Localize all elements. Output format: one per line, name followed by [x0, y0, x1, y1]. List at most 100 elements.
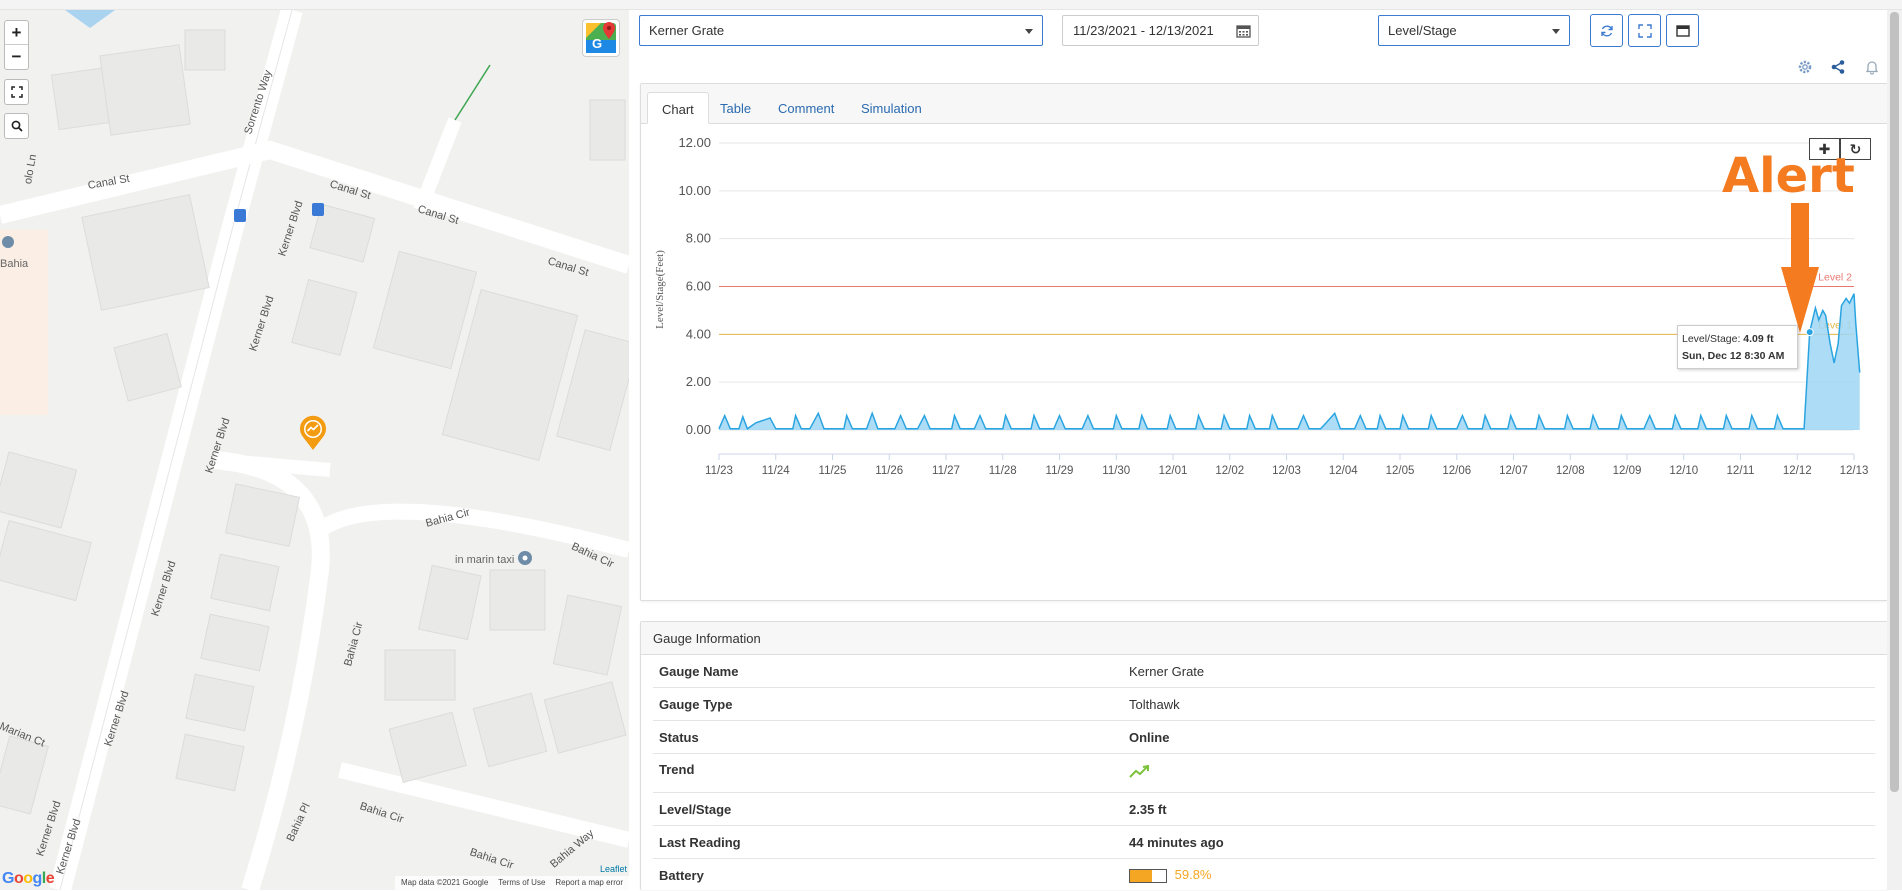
- zoom-out-button[interactable]: −: [5, 45, 28, 69]
- window-icon: [1675, 24, 1690, 37]
- refresh-button[interactable]: [1590, 14, 1623, 47]
- date-range-value: 11/23/2021 - 12/13/2021: [1073, 23, 1214, 38]
- x-tick-label: 11/25: [819, 465, 847, 477]
- google-maps-icon[interactable]: G: [582, 19, 620, 57]
- info-value: 2.35 ft: [1129, 801, 1167, 817]
- y-tick-label: 12.00: [678, 135, 711, 150]
- chevron-down-icon: [1552, 29, 1560, 34]
- gear-icon[interactable]: [1797, 59, 1813, 75]
- x-tick-label: 12/13: [1840, 465, 1869, 477]
- tab-comment[interactable]: Comment: [764, 92, 848, 124]
- poi-label: in marin taxi: [455, 554, 515, 566]
- top-bar: [0, 0, 1902, 10]
- map-fullscreen-control: [4, 79, 29, 105]
- map-attribution: Map data ©2021 Google Terms of Use Repor…: [394, 876, 629, 890]
- x-tick-label: 12/09: [1613, 465, 1642, 477]
- threshold-label: Level 2: [1818, 272, 1852, 284]
- y-tick-label: 2.00: [686, 374, 711, 389]
- window-button[interactable]: [1666, 14, 1699, 47]
- gauge-marker-icon[interactable]: [298, 415, 328, 451]
- metric-select-value: Level/Stage: [1388, 23, 1457, 38]
- chevron-down-icon: [1025, 29, 1033, 34]
- gauge-select-value: Kerner Grate: [649, 23, 725, 38]
- tooltip-value: 4.09 ft: [1743, 333, 1774, 345]
- y-tick-label: 4.00: [686, 326, 711, 341]
- battery-value: 59.8%: [1174, 867, 1212, 883]
- gauge-info-title: Gauge Information: [641, 622, 1887, 655]
- info-value: 44 minutes ago: [1129, 834, 1224, 850]
- x-tick-label: 12/10: [1669, 465, 1698, 477]
- poi-label: Bahia: [0, 258, 29, 270]
- info-key: Trend: [659, 761, 695, 777]
- map-search-control: [4, 113, 29, 139]
- svg-text:G: G: [592, 36, 602, 51]
- battery-icon: [1129, 868, 1167, 883]
- y-axis-title: Level/Stage(Feet): [654, 250, 666, 329]
- bell-icon[interactable]: [1864, 59, 1880, 75]
- info-key: Battery: [659, 867, 704, 883]
- tab-simulation[interactable]: Simulation: [847, 92, 936, 124]
- map-view[interactable]: + − G Canal St Canal St Canal St Canal S…: [0, 10, 629, 890]
- battery-indicator: 59.8%: [1129, 867, 1212, 883]
- info-row-trend: Trend: [653, 754, 1875, 793]
- gauge-info-panel: Gauge Information Gauge Name Kerner Grat…: [640, 621, 1888, 890]
- info-key: Last Reading: [659, 834, 741, 850]
- calendar-icon[interactable]: [1236, 24, 1251, 38]
- tooltip-date: Sun, Dec 12 8:30 AM: [1682, 350, 1785, 362]
- search-icon[interactable]: [5, 114, 28, 138]
- x-tick-label: 12/04: [1329, 465, 1358, 477]
- map-zoom-control: + −: [4, 20, 29, 70]
- info-row-gauge-name: Gauge Name Kerner Grate: [653, 655, 1875, 688]
- refresh-icon: [1600, 25, 1613, 36]
- x-tick-label: 12/12: [1783, 465, 1812, 477]
- alert-annotation: Alert: [1722, 148, 1855, 204]
- fullscreen-icon[interactable]: [5, 80, 28, 104]
- chart-tooltip: Level/Stage: 4.09 ft Sun, Dec 12 8:30 AM: [1677, 325, 1798, 369]
- x-tick-label: 11/29: [1046, 465, 1074, 477]
- info-value: Kerner Grate: [1129, 663, 1205, 679]
- date-range-input[interactable]: 11/23/2021 - 12/13/2021: [1062, 15, 1259, 46]
- y-tick-label: 10.00: [678, 183, 711, 198]
- info-key: Gauge Type: [659, 696, 733, 712]
- tab-table[interactable]: Table: [706, 92, 765, 124]
- x-tick-label: 12/06: [1442, 465, 1471, 477]
- alert-arrow-icon: [1781, 203, 1819, 333]
- x-tick-label: 12/07: [1499, 465, 1528, 477]
- info-key: Level/Stage: [659, 801, 732, 817]
- x-tick-label: 11/30: [1102, 465, 1130, 477]
- x-tick-label: 11/26: [875, 465, 903, 477]
- expand-icon: [1637, 23, 1652, 38]
- share-icon[interactable]: [1830, 59, 1846, 75]
- x-tick-label: 12/11: [1727, 465, 1755, 477]
- tab-bar: Chart Table Comment Simulation: [641, 84, 1887, 124]
- info-row-gauge-type: Gauge Type Tolthawk: [653, 688, 1875, 721]
- info-value: Tolthawk: [1129, 696, 1180, 712]
- x-tick-label: 12/01: [1159, 465, 1188, 477]
- x-tick-label: 11/28: [989, 465, 1017, 477]
- map-data-text: Map data ©2021 Google: [400, 878, 489, 887]
- zoom-in-button[interactable]: +: [5, 21, 28, 45]
- gauge-select[interactable]: Kerner Grate: [639, 15, 1043, 46]
- x-tick-label: 12/02: [1215, 465, 1244, 477]
- metric-select[interactable]: Level/Stage: [1378, 15, 1570, 46]
- expand-button[interactable]: [1628, 14, 1661, 47]
- status-badge: Online: [1129, 729, 1170, 745]
- info-row-status: Status Online: [653, 721, 1875, 754]
- x-tick-label: 11/27: [932, 465, 960, 477]
- report-error-link[interactable]: Report a map error: [555, 878, 623, 888]
- trend-up-icon: [1129, 764, 1151, 782]
- terms-link[interactable]: Terms of Use: [498, 878, 545, 888]
- page-scrollbar[interactable]: [1887, 10, 1902, 890]
- x-tick-label: 11/24: [762, 465, 791, 477]
- y-tick-label: 6.00: [686, 279, 711, 294]
- leaflet-link[interactable]: Leaflet: [600, 864, 627, 874]
- info-row-level: Level/Stage 2.35 ft: [653, 793, 1875, 826]
- y-tick-label: 0.00: [686, 422, 711, 437]
- scrollbar-thumb[interactable]: [1890, 12, 1899, 792]
- tooltip-label: Level/Stage:: [1682, 333, 1744, 345]
- info-row-last-reading: Last Reading 44 minutes ago: [653, 826, 1875, 859]
- tab-chart[interactable]: Chart: [647, 92, 709, 124]
- x-tick-label: 12/03: [1272, 465, 1301, 477]
- info-row-battery: Battery 59.8%: [653, 859, 1875, 891]
- x-tick-label: 11/23: [705, 465, 733, 477]
